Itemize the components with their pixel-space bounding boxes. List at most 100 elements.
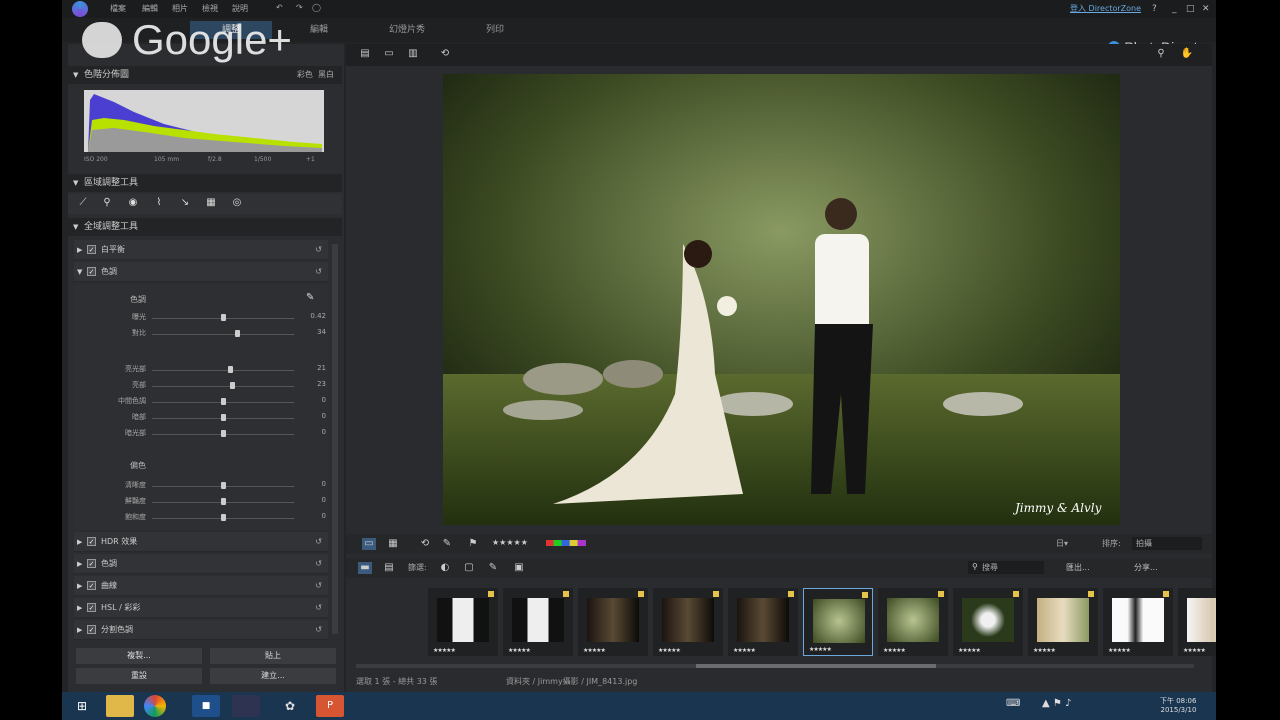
flag-icon[interactable]: ⚑ <box>466 538 480 550</box>
search-input[interactable]: 搜尋 <box>968 561 1044 574</box>
rotate-icon[interactable]: ⟲ <box>438 48 452 60</box>
zoom-icon[interactable]: ⚲ <box>1154 48 1168 60</box>
filmstrip-scroll-thumb[interactable] <box>696 664 936 668</box>
reset-button[interactable]: 重設 <box>76 668 202 684</box>
sort-dropdown[interactable]: 拍攝 <box>1132 537 1202 550</box>
slider-thumb[interactable] <box>221 414 226 421</box>
color-label-filter[interactable] <box>546 540 586 546</box>
rotate-left-icon[interactable]: ⟲ <box>418 538 432 550</box>
clock[interactable]: 下午 08:06 2015/3/10 <box>1160 696 1196 714</box>
slider-thumb[interactable] <box>235 330 241 337</box>
reset-icon[interactable]: ↺ <box>315 554 322 574</box>
slider-thumb[interactable] <box>221 398 226 405</box>
reset-icon[interactable]: ↺ <box>315 240 322 260</box>
thumbnail-rating[interactable]: ★★★★★ <box>658 647 681 654</box>
slider-track[interactable] <box>152 386 294 387</box>
select-icon[interactable]: ▢ <box>462 562 476 574</box>
slider-sliders2-3[interactable]: 暗部 0 <box>96 412 326 424</box>
regional-header[interactable]: ▼ 區域調整工具 <box>68 174 342 192</box>
eyedropper-icon[interactable]: ✎ <box>306 292 314 303</box>
view-dropdown[interactable]: 日▾ <box>1056 538 1068 549</box>
tray-icons[interactable]: ▲ ⚑ ♪ <box>1042 698 1071 709</box>
edit-icon[interactable]: ✎ <box>440 538 454 550</box>
slider-sliders2-4[interactable]: 暗光部 0 <box>96 428 326 440</box>
settings-icon[interactable]: ◯ <box>312 3 321 12</box>
slider-sliders2-0[interactable]: 亮光部 21 <box>96 364 326 376</box>
thumbnail-rating[interactable]: ★★★★★ <box>1108 647 1131 654</box>
single-view-icon[interactable]: ▭ <box>382 48 396 60</box>
slider-sliders1-1[interactable]: 對比 34 <box>96 328 326 340</box>
paint-icon[interactable]: ✿ <box>276 695 304 717</box>
slider-thumb[interactable] <box>229 382 235 389</box>
flag-icon[interactable] <box>488 591 494 597</box>
maximize-button[interactable]: □ <box>1186 4 1195 14</box>
export-button[interactable]: 匯出... <box>1066 562 1090 573</box>
powerpoint-icon[interactable]: P <box>316 695 344 717</box>
redo-icon[interactable]: ↷ <box>296 3 303 12</box>
flag-icon[interactable] <box>713 591 719 597</box>
wb-row[interactable]: ▶ ✓ 白平衡 ↺ <box>74 240 328 260</box>
flag-icon[interactable] <box>638 591 644 597</box>
brush-icon[interactable]: ⌇ <box>152 196 166 210</box>
thumbnail[interactable]: ★★★★★ <box>953 588 1023 656</box>
slider-sliders3-0[interactable]: 清晰度 0 <box>96 480 326 492</box>
hand-icon[interactable]: ✋ <box>1180 48 1194 60</box>
thumbnail[interactable]: ★★★★★ <box>1178 588 1216 656</box>
thumbnail-rating[interactable]: ★★★★★ <box>1033 647 1056 654</box>
slider-thumb[interactable] <box>221 314 226 321</box>
crop-tool-icon[interactable]: ⟋ <box>76 196 90 210</box>
reset-icon[interactable]: ↺ <box>315 620 322 640</box>
keyboard-icon[interactable]: ⌨ <box>1006 698 1020 709</box>
reset-icon[interactable]: ↺ <box>315 598 322 618</box>
flag-icon[interactable] <box>938 591 944 597</box>
photodirector-taskbar-icon[interactable] <box>232 695 260 717</box>
grid-view-icon[interactable]: ▦ <box>386 538 400 550</box>
section-row[interactable]: ▶ ✓ 分割色調 ↺ <box>74 620 328 640</box>
filmstrip-scrollbar[interactable] <box>356 664 1194 668</box>
login-link[interactable]: 登入 DirectorZone <box>1070 3 1141 14</box>
thumbnail[interactable]: ★★★★★ <box>1028 588 1098 656</box>
grid-icon[interactable]: ▦ <box>204 196 218 210</box>
histogram-bw-option[interactable]: 黑白 <box>318 70 334 79</box>
slider-thumb[interactable] <box>221 430 226 437</box>
chrome-icon[interactable] <box>144 695 166 717</box>
slider-thumb[interactable] <box>221 482 226 489</box>
slider-thumb[interactable] <box>221 514 226 521</box>
thumbnail-rating[interactable]: ★★★★★ <box>508 647 531 654</box>
radial-icon[interactable]: ◎ <box>230 196 244 210</box>
compare-icon[interactable]: ◐ <box>438 562 452 574</box>
detail-view-icon[interactable]: ▤ <box>382 562 396 574</box>
slider-thumb[interactable] <box>221 498 226 505</box>
thumbnail-rating[interactable]: ★★★★★ <box>958 647 981 654</box>
thumbnail-rating[interactable]: ★★★★★ <box>433 647 456 654</box>
global-header[interactable]: ▼ 全域調整工具 <box>68 218 342 236</box>
file-explorer-icon[interactable] <box>106 695 134 717</box>
close-button[interactable]: ✕ <box>1202 4 1210 14</box>
thumbnail-rating[interactable]: ★★★★★ <box>1183 647 1206 654</box>
photo-viewer[interactable]: Jimmy & Alvly <box>443 74 1120 525</box>
rating-filter[interactable]: ★★★★★ <box>492 538 528 547</box>
thumbnail[interactable]: ★★★★★ <box>878 588 948 656</box>
thumbnail[interactable]: ★★★★★ <box>803 588 873 656</box>
slider-sliders2-2[interactable]: 中間色調 0 <box>96 396 326 408</box>
before-after-icon[interactable]: ▤ <box>358 48 372 60</box>
thumbnail-rating[interactable]: ★★★★★ <box>809 646 832 653</box>
tag-icon[interactable]: ✎ <box>486 562 500 574</box>
create-button[interactable]: 建立... <box>210 668 336 684</box>
thumbnail-rating[interactable]: ★★★★★ <box>583 647 606 654</box>
undo-icon[interactable]: ↶ <box>276 3 283 12</box>
minimize-button[interactable]: _ <box>1172 4 1177 14</box>
section-row[interactable]: ▶ ✓ 曲線 ↺ <box>74 576 328 596</box>
thumbnail-rating[interactable]: ★★★★★ <box>883 647 906 654</box>
filmstrip-view-icon[interactable]: ▭ <box>362 538 376 550</box>
flag-icon[interactable] <box>862 592 868 598</box>
thumbnail-rating[interactable]: ★★★★★ <box>733 647 756 654</box>
thumbnail[interactable]: ★★★★★ <box>428 588 498 656</box>
thumbnail[interactable]: ★★★★★ <box>503 588 573 656</box>
flag-icon[interactable] <box>1163 591 1169 597</box>
flag-icon[interactable] <box>1013 591 1019 597</box>
flag-icon[interactable] <box>1088 591 1094 597</box>
list-view-icon[interactable]: ▬ <box>358 562 372 574</box>
reset-icon[interactable]: ↺ <box>315 576 322 596</box>
gradient-icon[interactable]: ↘ <box>178 196 192 210</box>
